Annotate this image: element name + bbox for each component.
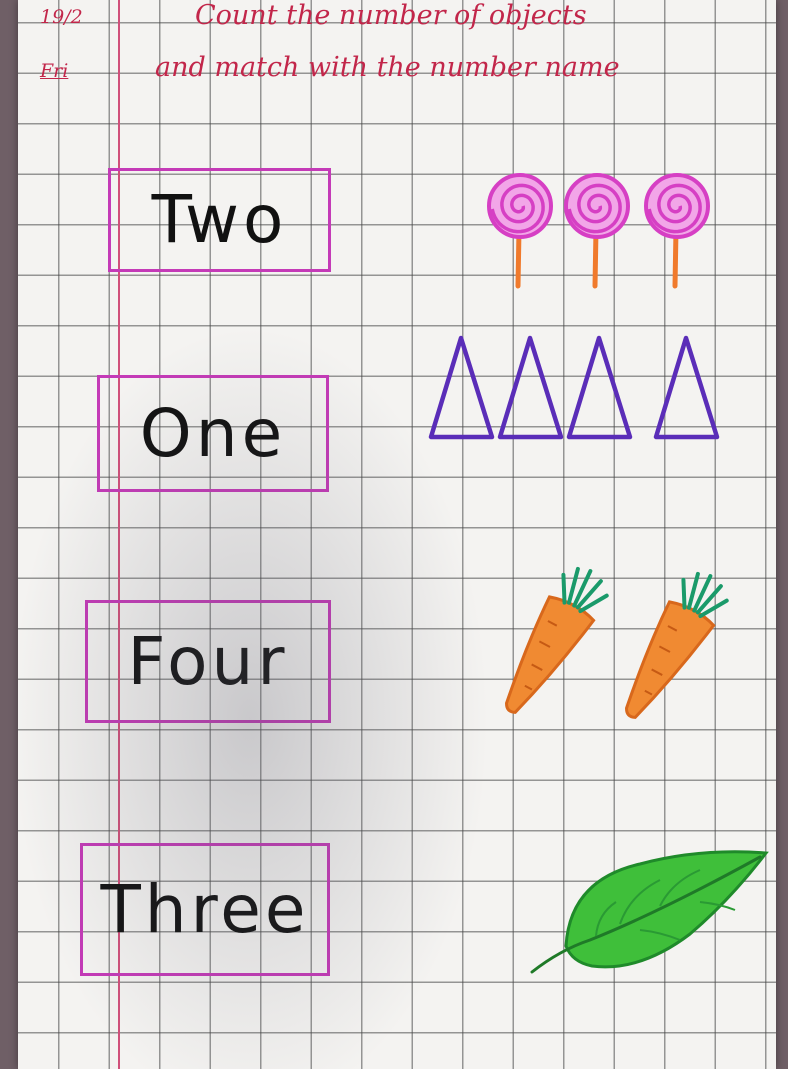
triangle-icon xyxy=(566,335,633,440)
lollipop-icon xyxy=(564,173,630,289)
carrot-icon xyxy=(505,566,609,714)
lollipop-group xyxy=(487,173,710,289)
carrot-icon xyxy=(625,571,729,719)
triangle-icon xyxy=(497,335,564,440)
leaf-icon xyxy=(530,850,769,974)
triangle-icon xyxy=(428,335,495,440)
triangle-icon xyxy=(653,335,720,440)
lollipop-icon xyxy=(644,173,710,289)
triangle-group xyxy=(428,335,720,440)
object-drawings xyxy=(428,173,769,974)
lollipop-icon xyxy=(487,173,553,289)
leaf-group xyxy=(530,850,769,974)
carrot-group xyxy=(505,566,729,719)
